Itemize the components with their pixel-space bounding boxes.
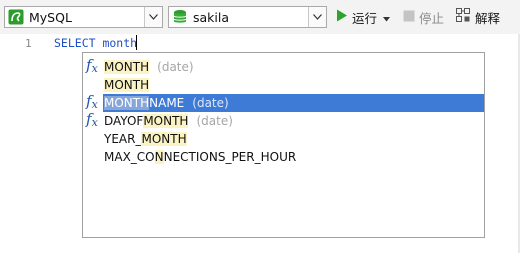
- autocomplete-item[interactable]: fx MONTH (date): [83, 56, 484, 76]
- autocomplete-popup: fx MONTH (date) MONTH fx MONTHNAME (date) …: [82, 52, 485, 238]
- toolbar: MySQL sakila 运行 停止 解释: [0, 0, 520, 34]
- item-prefix: YEAR_: [104, 132, 142, 146]
- item-type: (date): [196, 114, 233, 128]
- run-label: 运行: [352, 10, 378, 26]
- item-type: (date): [192, 96, 229, 110]
- item-match: MONTH: [104, 78, 150, 92]
- autocomplete-item-selected[interactable]: fx MONTHNAME (date): [83, 92, 484, 112]
- mysql-dolphin-icon: [8, 9, 24, 25]
- connection-label: MySQL: [29, 10, 72, 25]
- text-cursor: [136, 35, 137, 50]
- item-prefix: DAYOF: [104, 114, 144, 128]
- item-match: MONTH: [104, 60, 150, 74]
- explain-icon: [456, 8, 471, 26]
- database-select[interactable]: sakila: [168, 6, 327, 28]
- line-number-gutter: [0, 34, 36, 253]
- function-icon: fx: [86, 56, 98, 75]
- item-match: MONTH: [104, 96, 150, 110]
- item-suffix: NECTIONS_PER_HOUR: [163, 150, 297, 164]
- autocomplete-item[interactable]: MONTH: [83, 76, 484, 94]
- autocomplete-item[interactable]: fx DAYOFMONTH (date): [83, 110, 484, 130]
- explain-button[interactable]: 解释: [456, 8, 500, 26]
- run-button[interactable]: 运行: [336, 8, 391, 26]
- sql-editor-text[interactable]: SELECT month: [54, 36, 137, 50]
- database-label: sakila: [193, 10, 230, 25]
- caret-down-icon[interactable]: [383, 10, 391, 25]
- function-icon: fx: [86, 110, 98, 129]
- chevron-down-icon[interactable]: [308, 7, 326, 27]
- explain-label: 解释: [475, 10, 501, 26]
- stop-button[interactable]: 停止: [403, 8, 444, 26]
- stop-label: 停止: [419, 10, 445, 26]
- autocomplete-item[interactable]: MAX_CONNECTIONS_PER_HOUR: [83, 148, 484, 166]
- database-icon: [172, 9, 188, 25]
- item-match: MONTH: [141, 132, 187, 146]
- item-match: N: [154, 150, 164, 164]
- chevron-down-icon[interactable]: [144, 7, 162, 27]
- item-type: (date): [157, 60, 194, 74]
- play-icon: [336, 9, 348, 25]
- item-prefix: MAX_CO: [104, 150, 155, 164]
- function-icon: fx: [86, 92, 98, 111]
- item-match: MONTH: [143, 114, 189, 128]
- stop-icon: [403, 10, 415, 25]
- line-number: 1: [25, 37, 32, 50]
- autocomplete-item[interactable]: YEAR_MONTH: [83, 130, 484, 148]
- item-suffix: NAME: [149, 96, 185, 110]
- connection-select[interactable]: MySQL: [4, 6, 163, 28]
